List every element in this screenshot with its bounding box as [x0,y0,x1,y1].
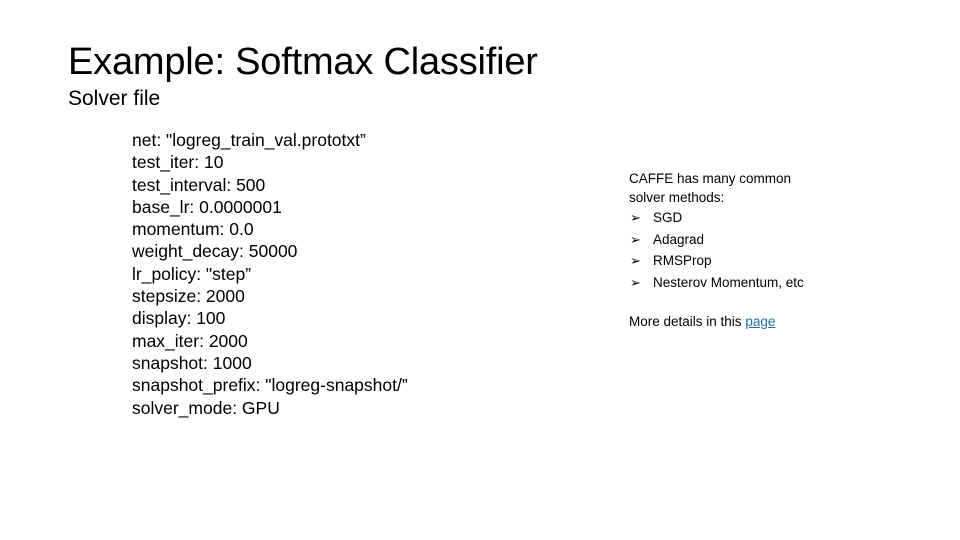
list-item: ➢ RMSProp [629,250,834,272]
solver-line: base_lr: 0.0000001 [132,196,282,217]
list-item-label: RMSProp [653,253,712,268]
arrow-bullet-icon: ➢ [630,210,641,225]
solver-line: test_iter: 10 [132,152,224,173]
solver-line: net: "logreg_train_val.prototxt” [132,130,366,150]
solver-methods-list: ➢ SGD ➢ Adagrad ➢ RMSProp ➢ Nesterov Mom… [629,207,834,293]
solver-line: solver_mode: GPU [132,397,280,418]
notes-footer: More details in this page [629,313,834,332]
list-item: ➢ SGD [629,207,834,229]
solver-line: snapshot: 1000 [132,352,252,373]
solver-file-listing: net: "logreg_train_val.prototxt” test_it… [132,129,602,419]
solver-line: max_iter: 2000 [132,330,248,351]
arrow-bullet-icon: ➢ [630,231,641,247]
notes-lead: CAFFE has many common solver methods: [629,170,834,207]
list-item-label: Nesterov Momentum, etc [653,274,804,290]
solver-line: momentum: 0.0 [132,219,254,240]
page-subtitle: Solver file [68,87,161,110]
list-item: ➢ Nesterov Momentum, etc [629,272,834,294]
title-block: Example: Softmax Classifier Solver file [68,40,888,112]
notes-lead-line: CAFFE has many common [629,171,792,186]
slide-canvas: Example: Softmax Classifier Solver file … [0,0,960,540]
solver-line: snapshot_prefix: "logreg-snapshot/” [132,375,408,396]
arrow-bullet-icon: ➢ [630,274,641,290]
page-link[interactable]: page [745,314,775,329]
list-item-label: Adagrad [653,231,705,247]
solver-line: display: 100 [132,308,226,329]
solver-line: test_interval: 500 [132,174,266,195]
solver-line: weight_decay: 50000 [132,241,298,262]
arrow-bullet-icon: ➢ [630,253,641,268]
list-item-label: SGD [653,210,683,225]
page-title: Example: Softmax Classifier [68,41,538,83]
notes-footer-text: More details in this [629,314,746,329]
solver-line: stepsize: 2000 [132,286,245,307]
notes-lead-line: solver methods: [629,189,725,205]
notes-column: CAFFE has many common solver methods: ➢ … [629,170,834,332]
list-item: ➢ Adagrad [629,229,834,251]
solver-line: lr_policy: "step” [132,263,252,284]
